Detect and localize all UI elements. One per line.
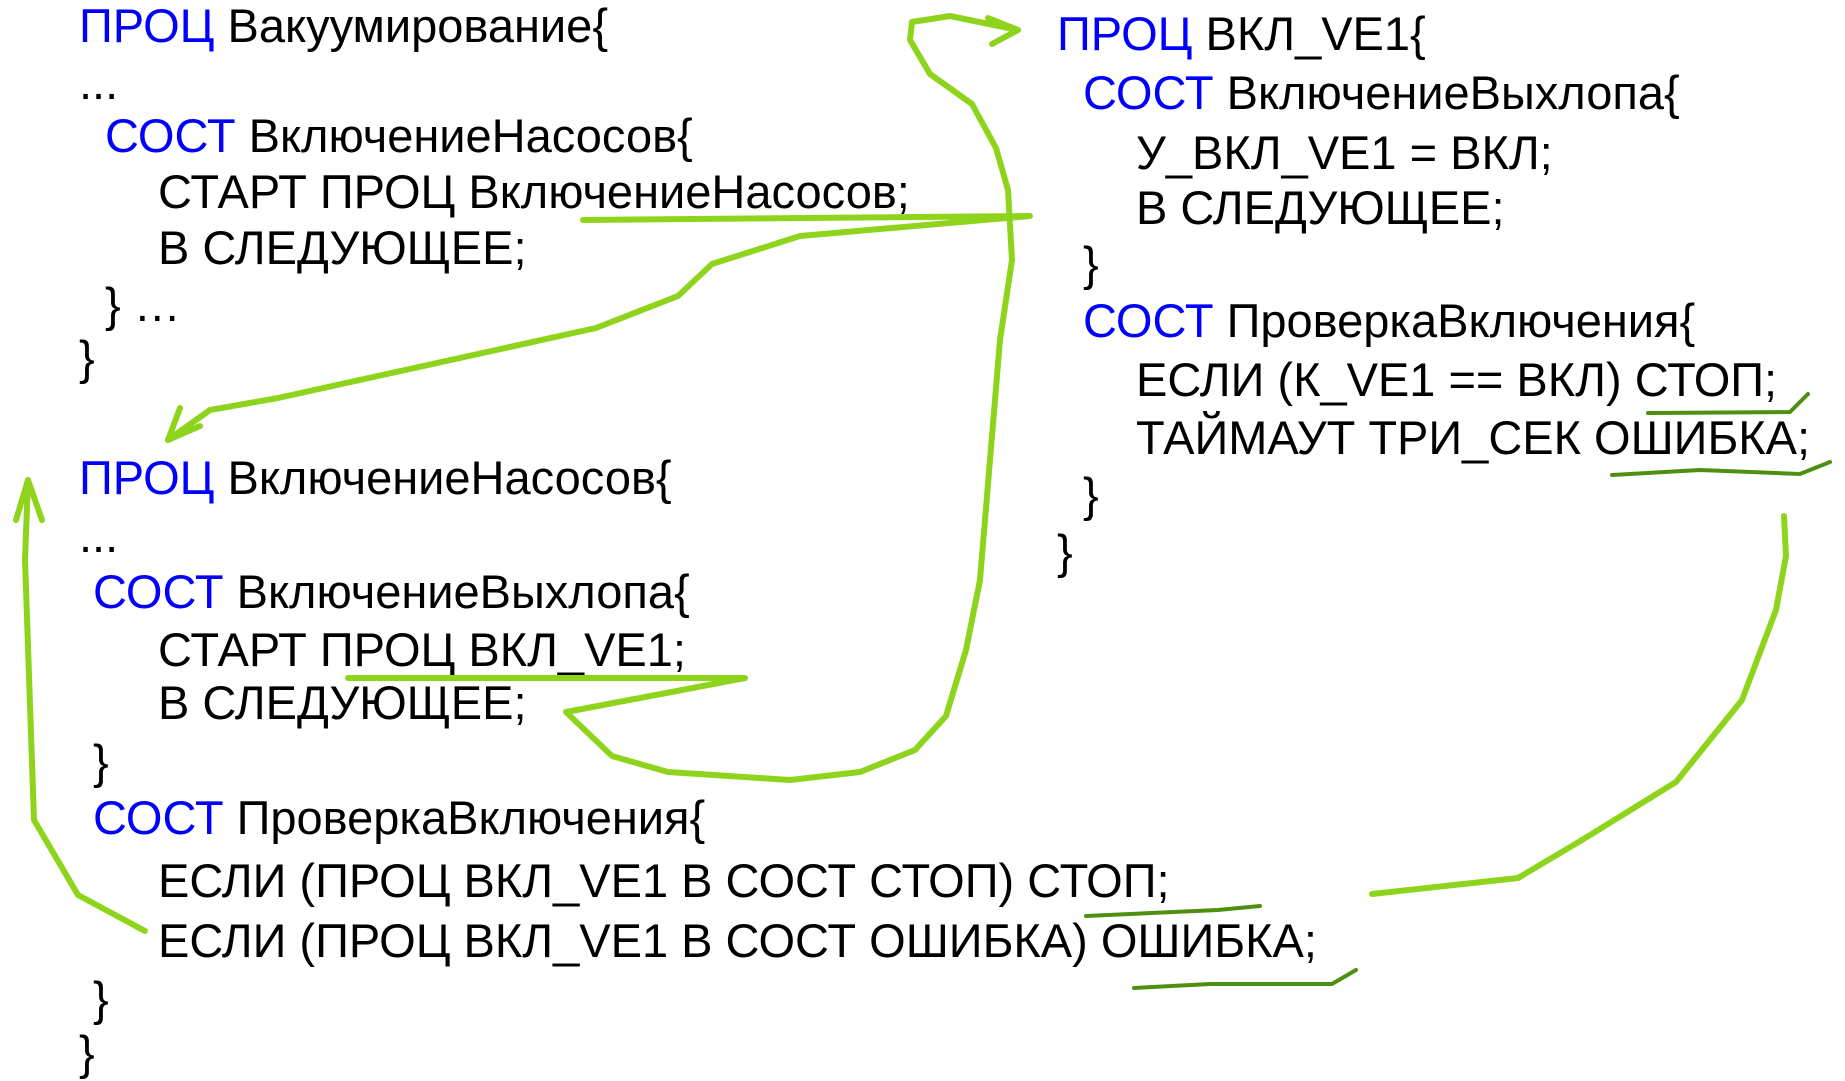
code-text: }: [93, 972, 109, 1025]
code-line-sost-pumps: СОСТ ВключениеНасосов{: [105, 108, 693, 164]
code-text: СТАРТ ПРОЦ ВКЛ_VE1;: [158, 623, 686, 676]
code-line-close: }: [93, 971, 109, 1027]
code-text: В СЛЕДУЮЩЕЕ;: [1136, 181, 1505, 234]
code-line-proc-ve1: ПРОЦ ВКЛ_VE1{: [1057, 6, 1426, 62]
code-line-proc-vacuum: ПРОЦ Вакуумирование{: [79, 0, 608, 54]
code-text: ...: [79, 509, 119, 562]
keyword: СОСТ: [1083, 294, 1214, 347]
code-text: ВключениеВыхлопа{: [1213, 66, 1680, 119]
keyword: ПРОЦ: [79, 451, 215, 504]
code-line-next: В СЛЕДУЮЩЕЕ;: [158, 675, 527, 731]
keyword: ПРОЦ: [79, 0, 215, 52]
code-text: Вакуумирование{: [214, 0, 609, 52]
code-text: В СЛЕДУЮЩЕЕ;: [158, 676, 527, 729]
arrowhead-return-up: [13, 477, 45, 523]
code-line-close: }: [1057, 524, 1073, 580]
code-text: СТАРТ ПРОЦ ВключениеНасосов;: [158, 165, 910, 218]
code-text: В СЛЕДУЮЩЕЕ;: [158, 221, 527, 274]
code-line-start-pumps: СТАРТ ПРОЦ ВключениеНасосов;: [158, 164, 910, 220]
code-line-ellipsis: ...: [79, 508, 118, 564]
code-line-proc-pumps: ПРОЦ ВключениеНасосов{: [79, 450, 672, 506]
code-text: }: [1057, 525, 1073, 578]
code-line-timeout: ТАЙМАУТ ТРИ_СЕК ОШИБКА;: [1136, 410, 1810, 466]
keyword: ПРОЦ: [1057, 7, 1193, 60]
code-line-if-error: ЕСЛИ (ПРОЦ ВКЛ_VE1 В СОСТ ОШИБКА) ОШИБКА…: [158, 913, 1317, 969]
code-text: ПроверкаВключения{: [223, 791, 706, 844]
code-line-if-on: ЕСЛИ (К_VE1 == ВКЛ) СТОП;: [1136, 352, 1777, 408]
code-line-if-stop: ЕСЛИ (ПРОЦ ВКЛ_VE1 В СОСТ СТОП) СТОП;: [158, 853, 1170, 909]
code-line-close: }: [79, 1025, 95, 1081]
keyword: СОСТ: [93, 565, 224, 618]
code-text: } …: [105, 278, 181, 331]
keyword: СОСТ: [1083, 66, 1214, 119]
code-line-assign: У_ВКЛ_VE1 = ВКЛ;: [1136, 125, 1553, 181]
code-text: ...: [79, 56, 119, 109]
arrow-error-return: [1369, 513, 1789, 897]
code-text: }: [93, 735, 109, 788]
code-text: ВключениеНасосов{: [214, 451, 672, 504]
arrowhead-ve1: [985, 15, 1021, 47]
code-line-next: В СЛЕДУЮЩЕЕ;: [158, 220, 527, 276]
keyword: СОСТ: [105, 109, 236, 162]
code-line-start-ve1: СТАРТ ПРОЦ ВКЛ_VE1;: [158, 622, 686, 678]
code-text: ВключениеНасосов{: [235, 109, 693, 162]
code-line-close: }: [1083, 467, 1099, 523]
code-line-close: }: [79, 330, 95, 386]
code-text: }: [79, 331, 95, 384]
code-line-ellipsis: ...: [79, 55, 118, 111]
code-text: }: [1083, 237, 1099, 290]
arrowhead-pumps: [165, 405, 203, 443]
code-line-close-ellipsis: } …: [105, 277, 181, 333]
code-line-close: }: [93, 734, 109, 790]
code-text: ЕСЛИ (ПРОЦ ВКЛ_VE1 В СОСТ СТОП) СТОП;: [158, 854, 1170, 907]
code-text: ЕСЛИ (ПРОЦ ВКЛ_VE1 В СОСТ ОШИБКА) ОШИБКА…: [158, 914, 1317, 967]
code-line-sost-check: СОСТ ПроверкаВключения{: [93, 790, 705, 846]
underline-error-left: [1132, 968, 1358, 990]
code-text: У_ВКЛ_VE1 = ВКЛ;: [1136, 126, 1553, 179]
code-text: ТАЙМАУТ ТРИ_СЕК ОШИБКА;: [1136, 411, 1811, 464]
code-line-sost-exhaust: СОСТ ВключениеВыхлопа{: [1083, 65, 1680, 121]
code-line-sost-exhaust: СОСТ ВключениеВыхлопа{: [93, 564, 690, 620]
code-line-sost-check: СОСТ ПроверкаВключения{: [1083, 293, 1695, 349]
code-line-close: }: [1083, 236, 1099, 292]
code-text: }: [79, 1026, 95, 1079]
code-text: ЕСЛИ (К_VE1 == ВКЛ) СТОП;: [1136, 353, 1778, 406]
code-text: ВКЛ_VE1{: [1192, 7, 1426, 60]
code-text: }: [1083, 468, 1099, 521]
code-text: ВключениеВыхлопа{: [223, 565, 690, 618]
keyword: СОСТ: [93, 791, 224, 844]
code-text: ПроверкаВключения{: [1213, 294, 1696, 347]
code-line-next: В СЛЕДУЮЩЕЕ;: [1136, 180, 1505, 236]
